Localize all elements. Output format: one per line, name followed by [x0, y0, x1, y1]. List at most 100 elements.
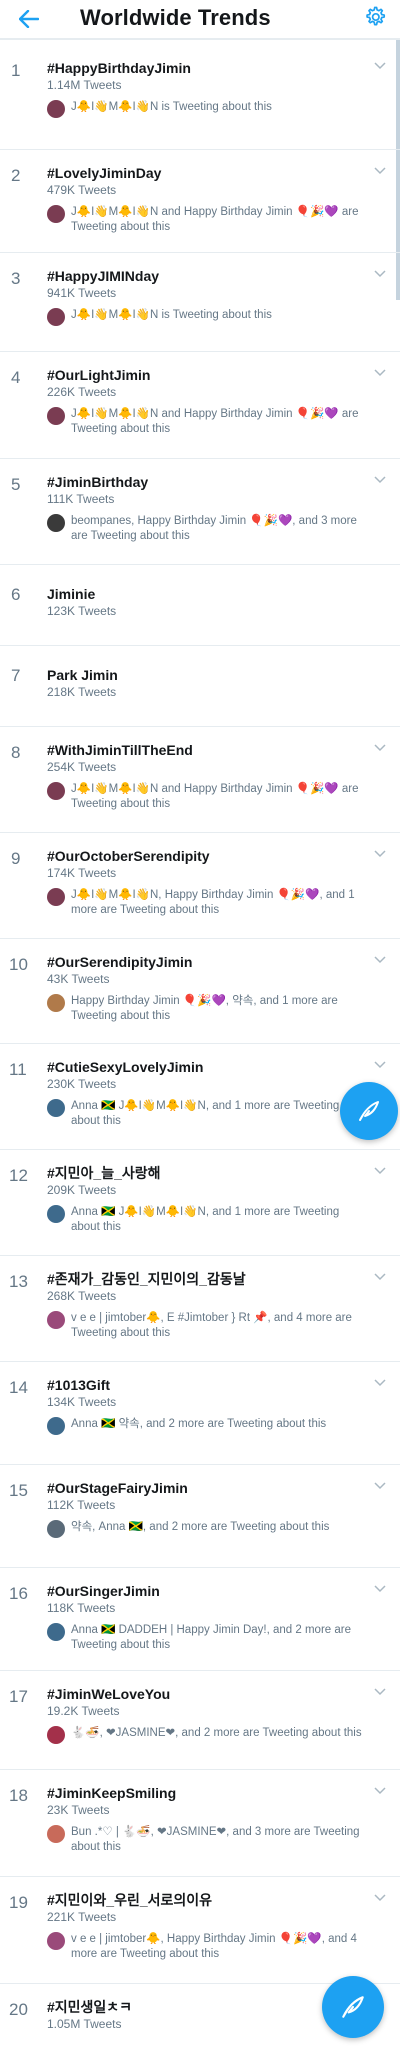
- trend-item[interactable]: 8 #WithJiminTillTheEnd 254K Tweets J🐥I👋M…: [0, 727, 400, 833]
- chevron-down-icon[interactable]: [372, 1782, 388, 1798]
- avatar: [47, 1311, 65, 1329]
- trend-context-text: 약속, Anna 🇯🇲, and 2 more are Tweeting abo…: [71, 1521, 330, 1533]
- trend-item[interactable]: 14 #1013Gift 134K Tweets Anna 🇯🇲 약속, and…: [0, 1362, 400, 1465]
- trend-context: 🐇🍜, ❤JASMINE❤, and 2 more are Tweeting a…: [47, 1726, 377, 1744]
- chevron-down-icon[interactable]: [372, 1374, 388, 1390]
- trend-rank: 16: [9, 1584, 28, 1603]
- page-title: Worldwide Trends: [80, 5, 271, 30]
- chevron-down-icon[interactable]: [372, 1683, 388, 1699]
- trend-item[interactable]: 5 #JiminBirthday 111K Tweets beompanes, …: [0, 459, 400, 565]
- chevron-down-icon[interactable]: [372, 845, 388, 861]
- trend-item[interactable]: 10 #OurSerendipityJimin 43K Tweets Happy…: [0, 939, 400, 1044]
- trend-rank: 2: [11, 166, 21, 185]
- trend-tweet-count: 118K Tweets: [47, 1601, 116, 1615]
- trend-tweet-count: 254K Tweets: [47, 760, 117, 774]
- trend-name: #지민이와_우린_서로의이유: [47, 1892, 213, 1908]
- trend-rank: 14: [9, 1378, 28, 1397]
- trend-tweet-count: 479K Tweets: [47, 183, 117, 197]
- trend-context-text: Anna 🇯🇲 J🐥I👋M🐥I👋N, and 1 more are Tweeti…: [71, 1100, 340, 1127]
- trend-context: Happy Birthday Jimin 🎈🎉💜, 약속, and 1 more…: [47, 994, 377, 1024]
- trend-name: #지민생일ㅊㅋ: [47, 1999, 133, 2015]
- avatar: [47, 1520, 65, 1538]
- trend-context: J🐥I👋M🐥I👋N and Happy Birthday Jimin 🎈🎉💜 a…: [47, 782, 377, 812]
- trend-rank: 3: [11, 269, 21, 288]
- chevron-down-icon[interactable]: [372, 265, 388, 281]
- trend-tweet-count: 112K Tweets: [47, 1498, 116, 1512]
- trend-context-text: J🐥I👋M🐥I👋N and Happy Birthday Jimin 🎈🎉💜 a…: [71, 206, 359, 233]
- trend-name: #HappyJIMINday: [47, 268, 160, 284]
- trend-rank: 20: [9, 2000, 28, 2019]
- trend-item[interactable]: 12 #지민아_늘_사랑해 209K Tweets Anna 🇯🇲 J🐥I👋M🐥…: [0, 1150, 400, 1256]
- chevron-down-icon[interactable]: [372, 1268, 388, 1284]
- trend-context-text: J🐥I👋M🐥I👋N, Happy Birthday Jimin 🎈🎉💜, and…: [71, 889, 355, 916]
- trend-item[interactable]: 17 #JiminWeLoveYou 19.2K Tweets 🐇🍜, ❤JAS…: [0, 1671, 400, 1770]
- trend-tweet-count: 43K Tweets: [47, 972, 110, 986]
- trend-context-text: v e e | jimtober🐥, E #Jimtober } Rt 📌, a…: [71, 1312, 352, 1339]
- trend-context-text: J🐥I👋M🐥I👋N is Tweeting about this: [71, 309, 272, 321]
- trend-context: J🐥I👋M🐥I👋N is Tweeting about this: [47, 308, 377, 326]
- trend-context: J🐥I👋M🐥I👋N and Happy Birthday Jimin 🎈🎉💜 a…: [47, 407, 377, 437]
- trend-item[interactable]: 7 Park Jimin 218K Tweets: [0, 646, 400, 727]
- trend-item[interactable]: 4 #OurLightJimin 226K Tweets J🐥I👋M🐥I👋N a…: [0, 352, 400, 459]
- trend-tweet-count: 209K Tweets: [47, 1183, 117, 1197]
- chevron-down-icon[interactable]: [372, 1889, 388, 1905]
- trend-tweet-count: 230K Tweets: [47, 1077, 117, 1091]
- arrow-left-icon: [19, 10, 39, 28]
- chevron-down-icon[interactable]: [372, 471, 388, 487]
- trend-item[interactable]: 9 #OurOctoberSerendipity 174K Tweets J🐥I…: [0, 833, 400, 939]
- avatar: [47, 1417, 65, 1435]
- trend-rank: 17: [9, 1687, 28, 1706]
- trend-tweet-count: 221K Tweets: [47, 1910, 117, 1924]
- trend-name: #OurSerendipityJimin: [47, 954, 193, 970]
- back-button[interactable]: [14, 4, 44, 34]
- chevron-down-icon[interactable]: [372, 1580, 388, 1596]
- chevron-down-icon[interactable]: [372, 1056, 388, 1072]
- trend-rank: 7: [11, 666, 21, 685]
- trend-tweet-count: 941K Tweets: [47, 286, 117, 300]
- trend-tweet-count: 218K Tweets: [47, 685, 117, 699]
- trend-context: Anna 🇯🇲 DADDEH | Happy Jimin Day!, and 2…: [47, 1623, 377, 1653]
- gear-icon: [366, 6, 386, 26]
- chevron-down-icon[interactable]: [372, 951, 388, 967]
- trend-item[interactable]: 13 #존재가_감동인_지민이의_감동날 268K Tweets v e e |…: [0, 1256, 400, 1362]
- trend-name: #지민아_늘_사랑해: [47, 1165, 161, 1181]
- trend-context-text: Anna 🇯🇲 J🐥I👋M🐥I👋N, and 1 more are Tweeti…: [71, 1206, 340, 1233]
- trend-item[interactable]: 11 #CutieSexyLovelyJimin 230K Tweets Ann…: [0, 1044, 400, 1150]
- trend-name: #존재가_감동인_지민이의_감동날: [47, 1271, 246, 1287]
- header-bar: Worldwide Trends: [0, 0, 400, 40]
- settings-button[interactable]: [360, 2, 390, 32]
- avatar: [47, 407, 65, 425]
- trend-tweet-count: 19.2K Tweets: [47, 1704, 120, 1718]
- trend-rank: 1: [11, 61, 21, 80]
- chevron-down-icon[interactable]: [372, 57, 388, 73]
- trend-item[interactable]: 19 #지민이와_우린_서로의이유 221K Tweets v e e | ji…: [0, 1877, 400, 1984]
- trend-context-text: v e e | jimtober🐥, Happy Birthday Jimin …: [71, 1933, 357, 1960]
- trend-context-text: Bun .*♡ | 🐇🍜, ❤JASMINE❤, and 3 more are …: [71, 1826, 360, 1853]
- chevron-down-icon[interactable]: [372, 1477, 388, 1493]
- trend-item[interactable]: 18 #JiminKeepSmiling 23K Tweets Bun .*♡ …: [0, 1770, 400, 1877]
- compose-tweet-button[interactable]: [322, 1976, 384, 2038]
- compose-tweet-button[interactable]: [340, 1082, 398, 1140]
- trend-item[interactable]: 16 #OurSingerJimin 118K Tweets Anna 🇯🇲 D…: [0, 1568, 400, 1671]
- chevron-down-icon[interactable]: [372, 739, 388, 755]
- avatar: [47, 100, 65, 118]
- chevron-down-icon[interactable]: [372, 162, 388, 178]
- trend-item[interactable]: 2 #LovelyJiminDay 479K Tweets J🐥I👋M🐥I👋N …: [0, 150, 400, 253]
- trend-rank: 9: [11, 849, 21, 868]
- chevron-down-icon[interactable]: [372, 364, 388, 380]
- trend-item[interactable]: 6 Jiminie 123K Tweets: [0, 565, 400, 646]
- trend-context: Bun .*♡ | 🐇🍜, ❤JASMINE❤, and 3 more are …: [47, 1825, 377, 1855]
- trend-tweet-count: 1.14M Tweets: [47, 78, 122, 92]
- trend-rank: 10: [9, 955, 28, 974]
- trend-item[interactable]: 15 #OurStageFairyJimin 112K Tweets 약속, A…: [0, 1465, 400, 1568]
- trend-rank: 12: [9, 1166, 28, 1185]
- trend-tweet-count: 111K Tweets: [47, 492, 115, 506]
- trend-rank: 13: [9, 1272, 28, 1291]
- trend-context: Anna 🇯🇲 J🐥I👋M🐥I👋N, and 1 more are Tweeti…: [47, 1205, 377, 1235]
- trend-name: #1013Gift: [47, 1377, 111, 1393]
- trend-rank: 8: [11, 743, 21, 762]
- trend-context-text: J🐥I👋M🐥I👋N is Tweeting about this: [71, 101, 272, 113]
- trend-item[interactable]: 3 #HappyJIMINday 941K Tweets J🐥I👋M🐥I👋N i…: [0, 253, 400, 352]
- chevron-down-icon[interactable]: [372, 1162, 388, 1178]
- trend-item[interactable]: 1 #HappyBirthdayJimin 1.14M Tweets J🐥I👋M…: [0, 45, 400, 150]
